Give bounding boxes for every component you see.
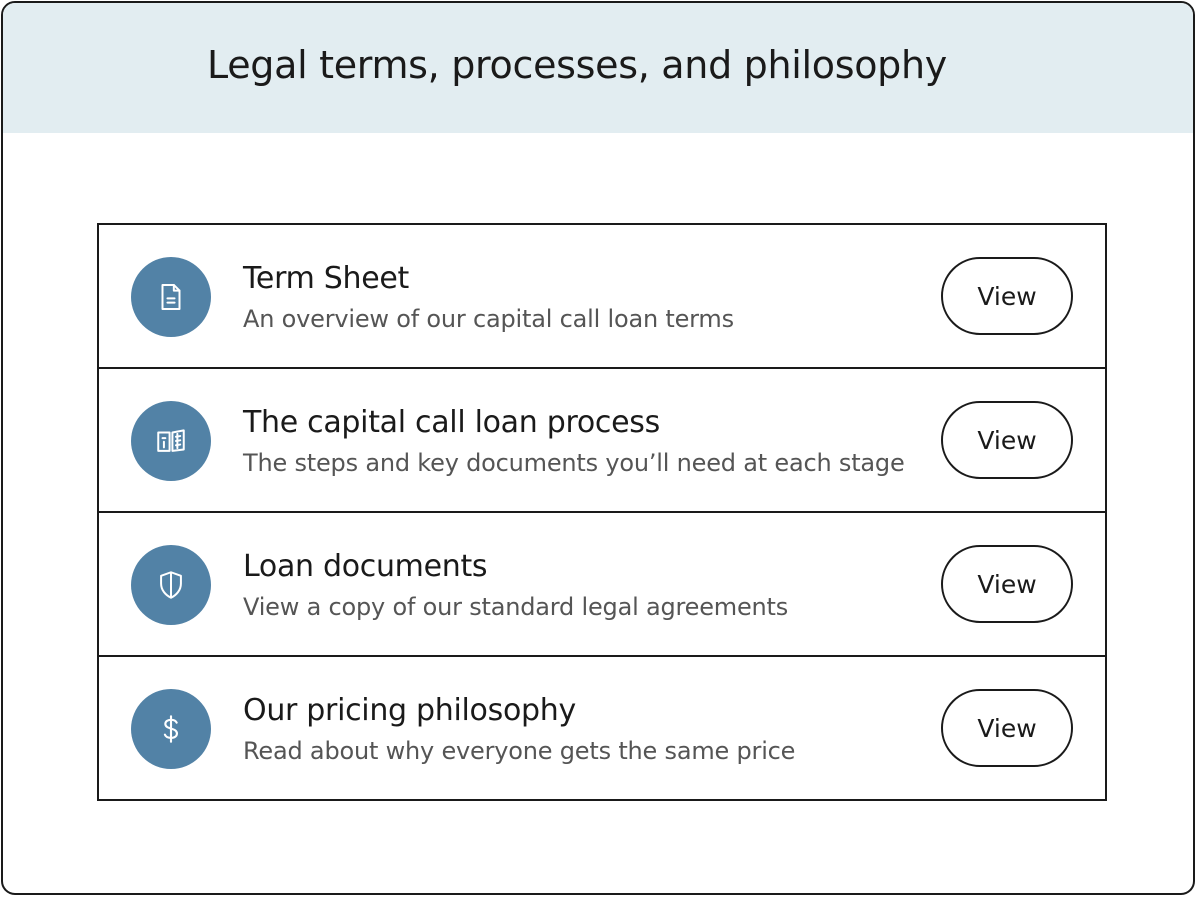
item-title: Our pricing philosophy: [243, 693, 576, 728]
item-description: Read about why everyone gets the same pr…: [243, 737, 796, 765]
item-description: An overview of our capital call loan ter…: [243, 305, 734, 333]
list-item-loan-documents: Loan documents View a copy of our standa…: [99, 513, 1105, 657]
item-title: The capital call loan process: [243, 405, 660, 440]
item-title: Term Sheet: [243, 261, 409, 296]
resource-list: Term Sheet An overview of our capital ca…: [97, 223, 1107, 801]
page-header: Legal terms, processes, and philosophy: [3, 3, 1193, 133]
item-description: View a copy of our standard legal agreem…: [243, 593, 789, 621]
page-title: Legal terms, processes, and philosophy: [207, 43, 947, 87]
view-loan-documents-button[interactable]: View: [941, 545, 1073, 623]
view-loan-process-button[interactable]: View: [941, 401, 1073, 479]
dollar-icon: [131, 689, 211, 769]
view-term-sheet-button[interactable]: View: [941, 257, 1073, 335]
list-item-pricing-philosophy: Our pricing philosophy Read about why ev…: [99, 657, 1105, 801]
open-book-icon: [131, 401, 211, 481]
list-item-term-sheet: Term Sheet An overview of our capital ca…: [99, 225, 1105, 369]
item-description: The steps and key documents you’ll need …: [243, 449, 905, 477]
document-icon: [131, 257, 211, 337]
page-frame: Legal terms, processes, and philosophy T…: [1, 1, 1195, 895]
shield-icon: [131, 545, 211, 625]
item-title: Loan documents: [243, 549, 488, 584]
list-item-loan-process: The capital call loan process The steps …: [99, 369, 1105, 513]
view-pricing-philosophy-button[interactable]: View: [941, 689, 1073, 767]
